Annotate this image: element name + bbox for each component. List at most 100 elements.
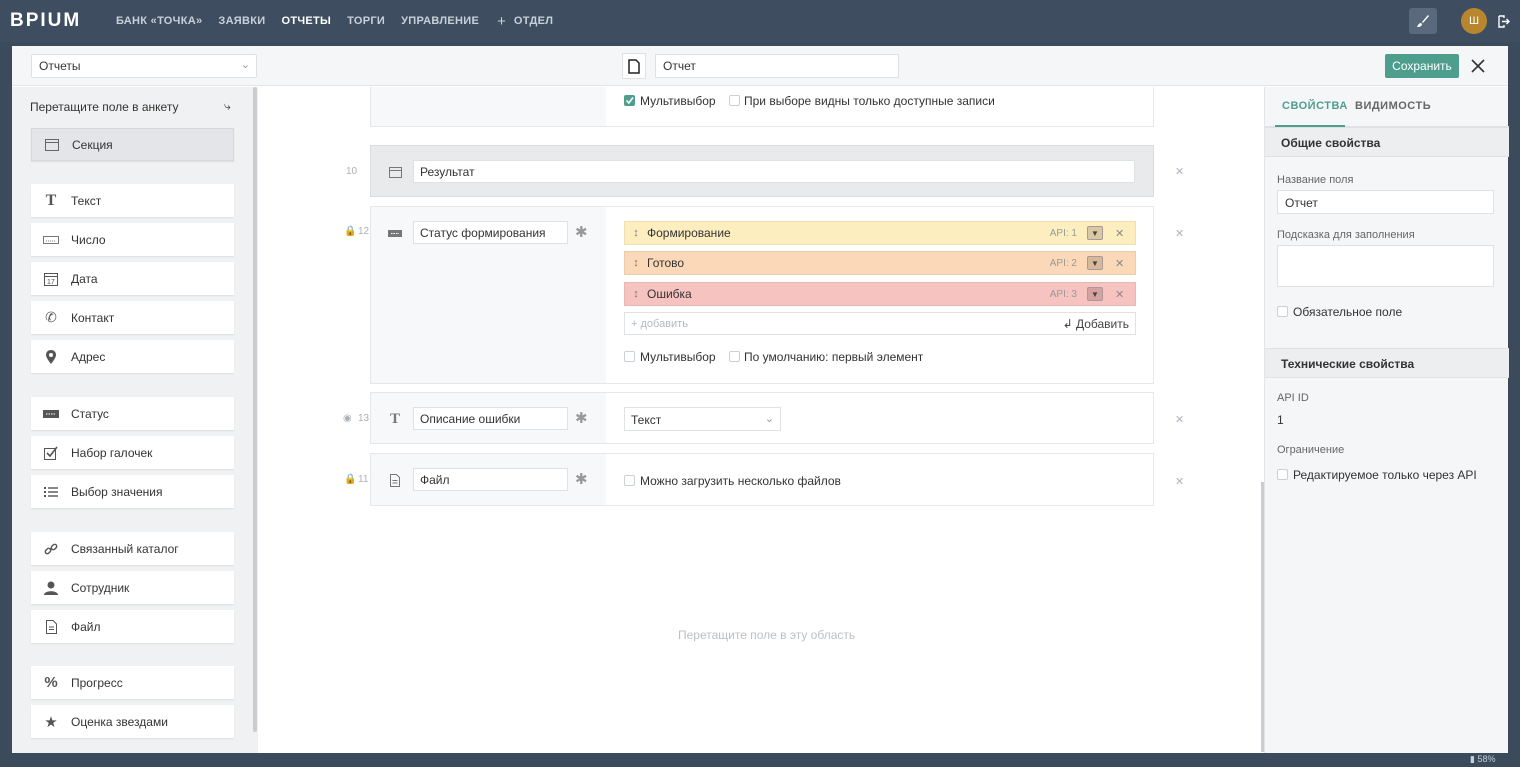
drag-handle-icon[interactable]: ↕ bbox=[625, 227, 647, 239]
palette-item-label: Набор галочек bbox=[71, 445, 153, 460]
file-icon bbox=[387, 472, 403, 488]
palette-item-status[interactable]: Статус bbox=[31, 397, 234, 430]
row-number: 10 bbox=[346, 166, 358, 177]
add-option-input[interactable]: + добавить bbox=[625, 318, 1063, 330]
catalog-select[interactable]: Отчеты ⌄ bbox=[31, 54, 257, 78]
remove-field-icon[interactable]: ✕ bbox=[1175, 475, 1184, 488]
brush-button[interactable] bbox=[1409, 8, 1437, 34]
form-row-top[interactable]: Мультивыбор При выборе видны только дост… bbox=[370, 87, 1154, 127]
status-field-name-input[interactable]: Статус формирования bbox=[413, 221, 568, 244]
status-field-row[interactable]: Статус формирования ✱ ↕ Формирование API… bbox=[370, 206, 1154, 384]
status-option-forming[interactable]: ↕ Формирование API: 1 ▼ ✕ bbox=[624, 221, 1136, 245]
remove-field-icon[interactable]: ✕ bbox=[1175, 413, 1184, 426]
palette-item-label: Контакт bbox=[71, 310, 115, 325]
drag-handle-icon[interactable]: ↕ bbox=[625, 288, 647, 300]
section-icon bbox=[387, 164, 403, 180]
palette-item-file[interactable]: Файл bbox=[31, 610, 234, 643]
file-field-row[interactable]: Файл ✱ Можно загрузить несколько файлов bbox=[370, 453, 1154, 506]
add-option-button[interactable]: ↲ Добавить bbox=[1063, 317, 1129, 331]
chevron-down-icon[interactable]: ▼ bbox=[1087, 226, 1103, 240]
palette-item-star-rating[interactable]: ★ Оценка звездами bbox=[31, 705, 234, 738]
palette-item-number[interactable]: Число bbox=[31, 223, 234, 256]
section-title-input[interactable]: Результат bbox=[413, 160, 1135, 183]
multiselect-label: Мультивыбор bbox=[640, 94, 716, 108]
api-id-label: API ID bbox=[1277, 392, 1309, 404]
error-field-name-input[interactable]: Описание ошибки bbox=[413, 407, 568, 430]
close-button[interactable] bbox=[1469, 55, 1487, 77]
palette-item-section[interactable]: Секция bbox=[31, 128, 234, 161]
multiselect-checkbox[interactable] bbox=[624, 95, 635, 106]
plus-icon[interactable]: + bbox=[497, 13, 506, 30]
file-field-name-input[interactable]: Файл bbox=[413, 468, 568, 491]
nav-item-requests[interactable]: ЗАЯВКИ bbox=[218, 15, 265, 27]
palette-item-label: Адрес bbox=[71, 349, 106, 364]
multi-files-checkbox[interactable] bbox=[624, 475, 635, 486]
section-row[interactable]: Результат bbox=[370, 145, 1154, 197]
remove-section-icon[interactable]: ✕ bbox=[1175, 165, 1184, 178]
nav-item-management[interactable]: УПРАВЛЕНИЕ bbox=[401, 15, 479, 27]
catalog-title-input[interactable] bbox=[655, 54, 899, 78]
nav-item-reports[interactable]: ОТЧЕТЫ bbox=[281, 15, 331, 27]
only-available-checkbox[interactable] bbox=[729, 95, 740, 106]
status-option-api: API: 3 bbox=[1049, 288, 1077, 300]
status-option-ready[interactable]: ↕ Готово API: 2 ▼ ✕ bbox=[624, 251, 1136, 275]
palette-item-contact[interactable]: ✆ Контакт bbox=[31, 301, 234, 334]
palette-item-employee[interactable]: Сотрудник bbox=[31, 571, 234, 604]
api-only-checkbox[interactable] bbox=[1277, 469, 1288, 480]
nav-item-auctions[interactable]: ТОРГИ bbox=[347, 15, 385, 27]
general-properties-header: Общие свойства bbox=[1265, 127, 1509, 157]
star-icon: ★ bbox=[44, 713, 58, 731]
avatar[interactable]: Ш bbox=[1461, 8, 1487, 34]
tab-visibility[interactable]: ВИДИМОСТЬ bbox=[1355, 100, 1431, 112]
catalog-icon-button[interactable] bbox=[622, 53, 646, 79]
field-name-input[interactable]: Отчет bbox=[1277, 190, 1494, 214]
row-left-panel bbox=[371, 87, 606, 126]
nav-item-bank[interactable]: БАНК «ТОЧКА» bbox=[116, 15, 202, 27]
file-icon bbox=[31, 619, 71, 634]
logout-button[interactable] bbox=[1497, 14, 1510, 28]
calendar-icon: 17 bbox=[31, 272, 71, 286]
palette-item-text[interactable]: T Текст bbox=[31, 184, 234, 217]
remove-option-icon[interactable]: ✕ bbox=[1115, 227, 1129, 240]
drop-zone[interactable]: Перетащите поле в эту область bbox=[678, 628, 855, 642]
error-field-row[interactable]: T Описание ошибки ✱ Текст ⌄ bbox=[370, 392, 1154, 444]
properties-tabs: СВОЙСТВА ВИДИМОСТЬ bbox=[1265, 87, 1509, 127]
required-checkbox[interactable] bbox=[1277, 306, 1288, 317]
chevron-down-icon[interactable]: ▼ bbox=[1087, 256, 1103, 270]
palette-item-label: Связанный каталог bbox=[71, 541, 179, 556]
drag-handle-icon[interactable]: ↕ bbox=[625, 257, 647, 269]
tab-properties[interactable]: СВОЙСТВА bbox=[1282, 100, 1348, 112]
text-type-select[interactable]: Текст ⌄ bbox=[624, 407, 781, 431]
remove-option-icon[interactable]: ✕ bbox=[1115, 288, 1129, 301]
text-icon: T bbox=[389, 410, 400, 427]
save-button[interactable]: Сохранить bbox=[1385, 54, 1459, 78]
logo[interactable]: BPIUM bbox=[10, 10, 100, 32]
required-asterisk-icon[interactable]: ✱ bbox=[575, 470, 588, 488]
chevron-down-icon[interactable]: ▼ bbox=[1087, 287, 1103, 301]
palette-item-date[interactable]: 17 Дата bbox=[31, 262, 234, 295]
remove-field-icon[interactable]: ✕ bbox=[1175, 227, 1184, 240]
nav-add-section[interactable]: ОТДЕЛ bbox=[514, 15, 553, 27]
only-available-label: При выборе видны только доступные записи bbox=[744, 94, 995, 108]
palette-item-progress[interactable]: % Прогресс bbox=[31, 666, 234, 699]
required-asterisk-icon[interactable]: ✱ bbox=[575, 223, 588, 241]
default-first-checkbox[interactable] bbox=[729, 351, 740, 362]
remove-option-icon[interactable]: ✕ bbox=[1115, 257, 1129, 270]
status-multiselect-checkbox[interactable] bbox=[624, 351, 635, 362]
add-option-button-label: Добавить bbox=[1075, 316, 1129, 331]
status-multiselect-label: Мультивыбор bbox=[640, 350, 716, 364]
palette-scrollbar[interactable] bbox=[253, 87, 257, 732]
add-option-row[interactable]: + добавить ↲ Добавить bbox=[624, 312, 1136, 335]
field-palette: Перетащите поле в анкету ⤷ Секция T Текс… bbox=[12, 87, 258, 753]
properties-panel: СВОЙСТВА ВИДИМОСТЬ Общие свойства Назван… bbox=[1264, 87, 1509, 753]
technical-properties-header: Технические свойства bbox=[1265, 348, 1509, 378]
hint-label: Подсказка для заполнения bbox=[1277, 229, 1415, 241]
palette-item-select[interactable]: Выбор значения bbox=[31, 475, 234, 508]
required-asterisk-icon[interactable]: ✱ bbox=[575, 409, 588, 427]
status-option-error[interactable]: ↕ Ошибка API: 3 ▼ ✕ bbox=[624, 282, 1136, 306]
palette-item-checkboxes[interactable]: Набор галочек bbox=[31, 436, 234, 469]
hint-textarea[interactable] bbox=[1277, 245, 1494, 287]
palette-item-linked-catalog[interactable]: Связанный каталог bbox=[31, 532, 234, 565]
palette-item-address[interactable]: Адрес bbox=[31, 340, 234, 373]
multi-files-label: Можно загрузить несколько файлов bbox=[640, 474, 841, 488]
